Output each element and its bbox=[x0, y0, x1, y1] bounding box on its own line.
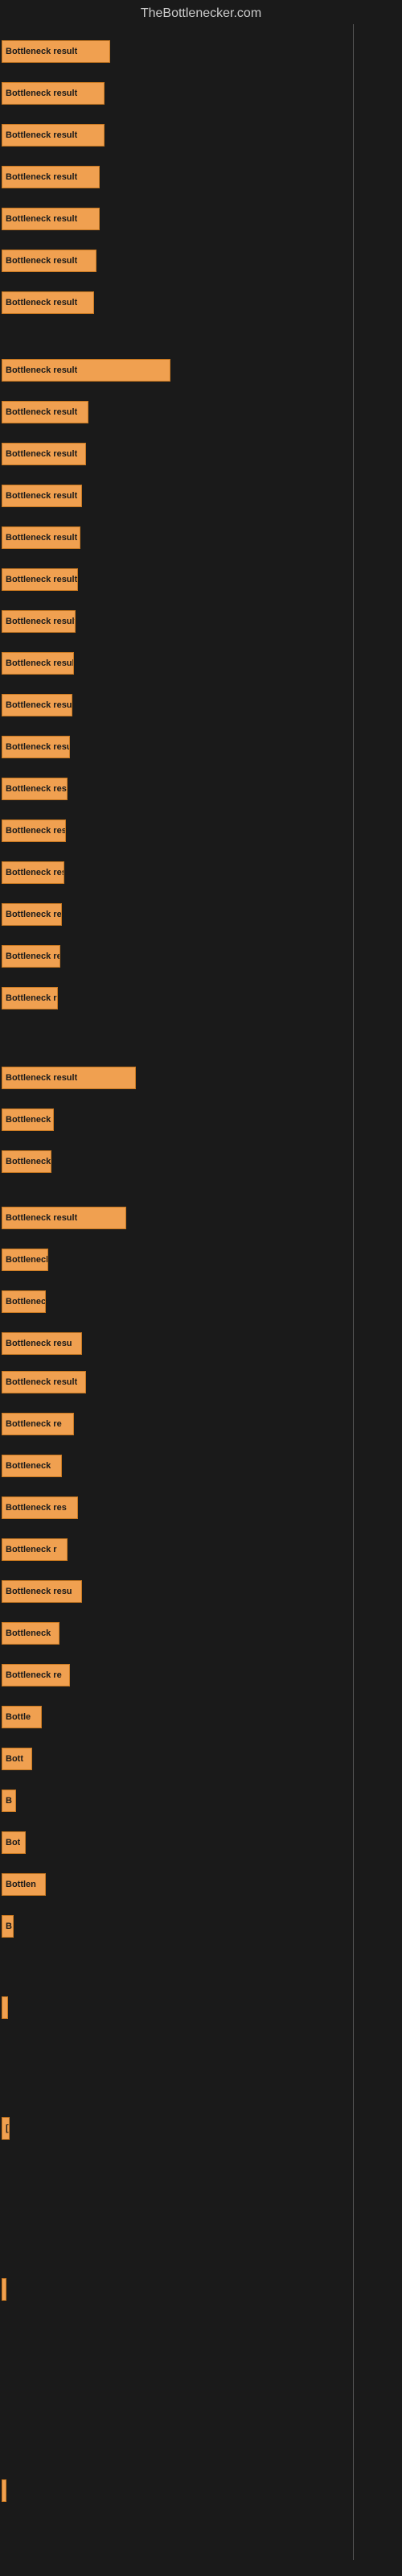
bar-label: Bottleneck result bbox=[6, 256, 77, 266]
bar-item: Bottleneck result bbox=[2, 987, 58, 1009]
bar-label: B bbox=[6, 1796, 12, 1806]
bar-item: Bottleneck result bbox=[2, 359, 170, 382]
bar-item: Bottleneck result bbox=[2, 1067, 136, 1089]
bar-item: [ bbox=[2, 2117, 10, 2140]
bar-item: Bottleneck result bbox=[2, 1108, 54, 1131]
bar-label: Bottle bbox=[6, 1712, 31, 1722]
bar-item: Bottleneck result bbox=[2, 1249, 48, 1271]
bar-item: Bottleneck result bbox=[2, 401, 88, 423]
bar-label: Bottleneck result bbox=[6, 365, 77, 375]
bar-label: Bottleneck result bbox=[6, 1297, 45, 1307]
bar-item: Bottleneck bbox=[2, 1455, 62, 1477]
bar-label: Bottleneck resu bbox=[6, 1339, 72, 1348]
bar-item: Bottleneck re bbox=[2, 1664, 70, 1686]
site-title: TheBottlenecker.com bbox=[0, 0, 402, 24]
chart-area: Bottleneck result Bottleneck result Bottle… bbox=[0, 24, 402, 2560]
bar-label: Bottleneck result bbox=[6, 1073, 77, 1083]
bar-item: Bottleneck result bbox=[2, 166, 100, 188]
bar-label: Bottlen bbox=[6, 1880, 36, 1889]
bar-item: Bottleneck result bbox=[2, 568, 78, 591]
bar-item: Bottleneck result bbox=[2, 819, 66, 842]
bar-item: Bottleneck result bbox=[2, 1207, 126, 1229]
bar-item: Bottleneck result bbox=[2, 1150, 51, 1173]
bar-item: Bottleneck result bbox=[2, 652, 74, 675]
bar-label: Bottleneck res bbox=[6, 1503, 67, 1513]
bar-label: Bottleneck result bbox=[6, 449, 77, 459]
bar-label: Bottleneck resu bbox=[6, 1587, 72, 1596]
bar-item: Bottleneck result bbox=[2, 124, 105, 147]
bar-item: Bot bbox=[2, 1831, 26, 1854]
bar-label: Bot bbox=[6, 1838, 20, 1847]
bar-item: Bottleneck result bbox=[2, 1371, 86, 1393]
bar-item: Bottleneck re bbox=[2, 1413, 74, 1435]
bar-label: [ bbox=[6, 2124, 9, 2133]
bar-label: Bottleneck result bbox=[6, 742, 69, 752]
bar-label: Bottleneck result bbox=[6, 617, 75, 626]
bar-label: Bottleneck result bbox=[6, 868, 64, 877]
bar-label: Bottleneck result bbox=[6, 1255, 47, 1265]
bar-label: Bottleneck result bbox=[6, 826, 65, 836]
bar-item: Bottlen bbox=[2, 1873, 46, 1896]
bar-label: Bottleneck r bbox=[6, 1545, 57, 1554]
bar-item bbox=[2, 2479, 6, 2502]
bar-item: Bottleneck result bbox=[2, 903, 62, 926]
bar-item: Bottleneck result bbox=[2, 694, 72, 716]
bar-item: B bbox=[2, 1790, 16, 1812]
bar-item: Bottleneck resu bbox=[2, 1332, 82, 1355]
bar-label: Bottleneck result bbox=[6, 1157, 51, 1166]
bar-label: Bottleneck result bbox=[6, 575, 77, 584]
bar-item: Bottleneck result bbox=[2, 82, 105, 105]
bar-item: Bottleneck result bbox=[2, 1290, 46, 1313]
bar-label: Bottleneck result bbox=[6, 1213, 77, 1223]
bar-label: Bottleneck result bbox=[6, 172, 77, 182]
bar-label: Bottleneck result bbox=[6, 784, 67, 794]
bar-item: Bottle bbox=[2, 1706, 42, 1728]
bar-label: Bottleneck result bbox=[6, 993, 57, 1003]
bar-label: Bottleneck result bbox=[6, 47, 77, 56]
bar-item bbox=[2, 2278, 6, 2301]
bar-item: B bbox=[2, 1915, 14, 1938]
bar-item: Bottleneck result bbox=[2, 945, 60, 968]
bar-item: Bottleneck result bbox=[2, 208, 100, 230]
bar-item: Bottleneck result bbox=[2, 443, 86, 465]
bar-label: Bottleneck result bbox=[6, 407, 77, 417]
bar-label: Bottleneck result bbox=[6, 700, 72, 710]
bar-item: Bott bbox=[2, 1748, 32, 1770]
bar-label: Bottleneck result bbox=[6, 130, 77, 140]
bar-label: Bottleneck result bbox=[6, 910, 61, 919]
bar-item: Bottleneck result bbox=[2, 736, 70, 758]
bar-item: Bottleneck result bbox=[2, 861, 64, 884]
bar-label: Bottleneck re bbox=[6, 1670, 62, 1680]
bar-label: Bott bbox=[6, 1754, 23, 1764]
bar-item: Bottleneck bbox=[2, 1622, 59, 1645]
bar-label: Bottleneck result bbox=[6, 298, 77, 308]
bar-item: Bottleneck result bbox=[2, 40, 110, 63]
bar-item: Bottleneck result bbox=[2, 291, 94, 314]
bar-item: Bottleneck result bbox=[2, 778, 68, 800]
bar-item: Bottleneck r bbox=[2, 1538, 68, 1561]
bar-label: Bottleneck result bbox=[6, 533, 77, 543]
bar-label: Bottleneck re bbox=[6, 1419, 62, 1429]
bar-label: Bottleneck result bbox=[6, 214, 77, 224]
bar-label: B bbox=[6, 1922, 12, 1931]
axis-line bbox=[353, 24, 354, 2560]
bar-item: Bottleneck resu bbox=[2, 1580, 82, 1603]
bar-item: Bottleneck result bbox=[2, 250, 96, 272]
bar-label: Bottleneck result bbox=[6, 1115, 53, 1125]
bar-item: Bottleneck res bbox=[2, 1496, 78, 1519]
bar-item: Bottleneck result bbox=[2, 610, 76, 633]
bar-label: Bottleneck result bbox=[6, 89, 77, 98]
bar-label: Bottleneck result bbox=[6, 491, 77, 501]
bar-label: Bottleneck result bbox=[6, 658, 73, 668]
bar-item: Bottleneck result bbox=[2, 485, 82, 507]
bar-item bbox=[2, 1996, 8, 2019]
bar-label: Bottleneck result bbox=[6, 1377, 77, 1387]
bar-item: Bottleneck result bbox=[2, 526, 80, 549]
bar-label: Bottleneck bbox=[6, 1461, 51, 1471]
bar-label: Bottleneck bbox=[6, 1629, 51, 1638]
bar-label: Bottleneck result bbox=[6, 952, 59, 961]
